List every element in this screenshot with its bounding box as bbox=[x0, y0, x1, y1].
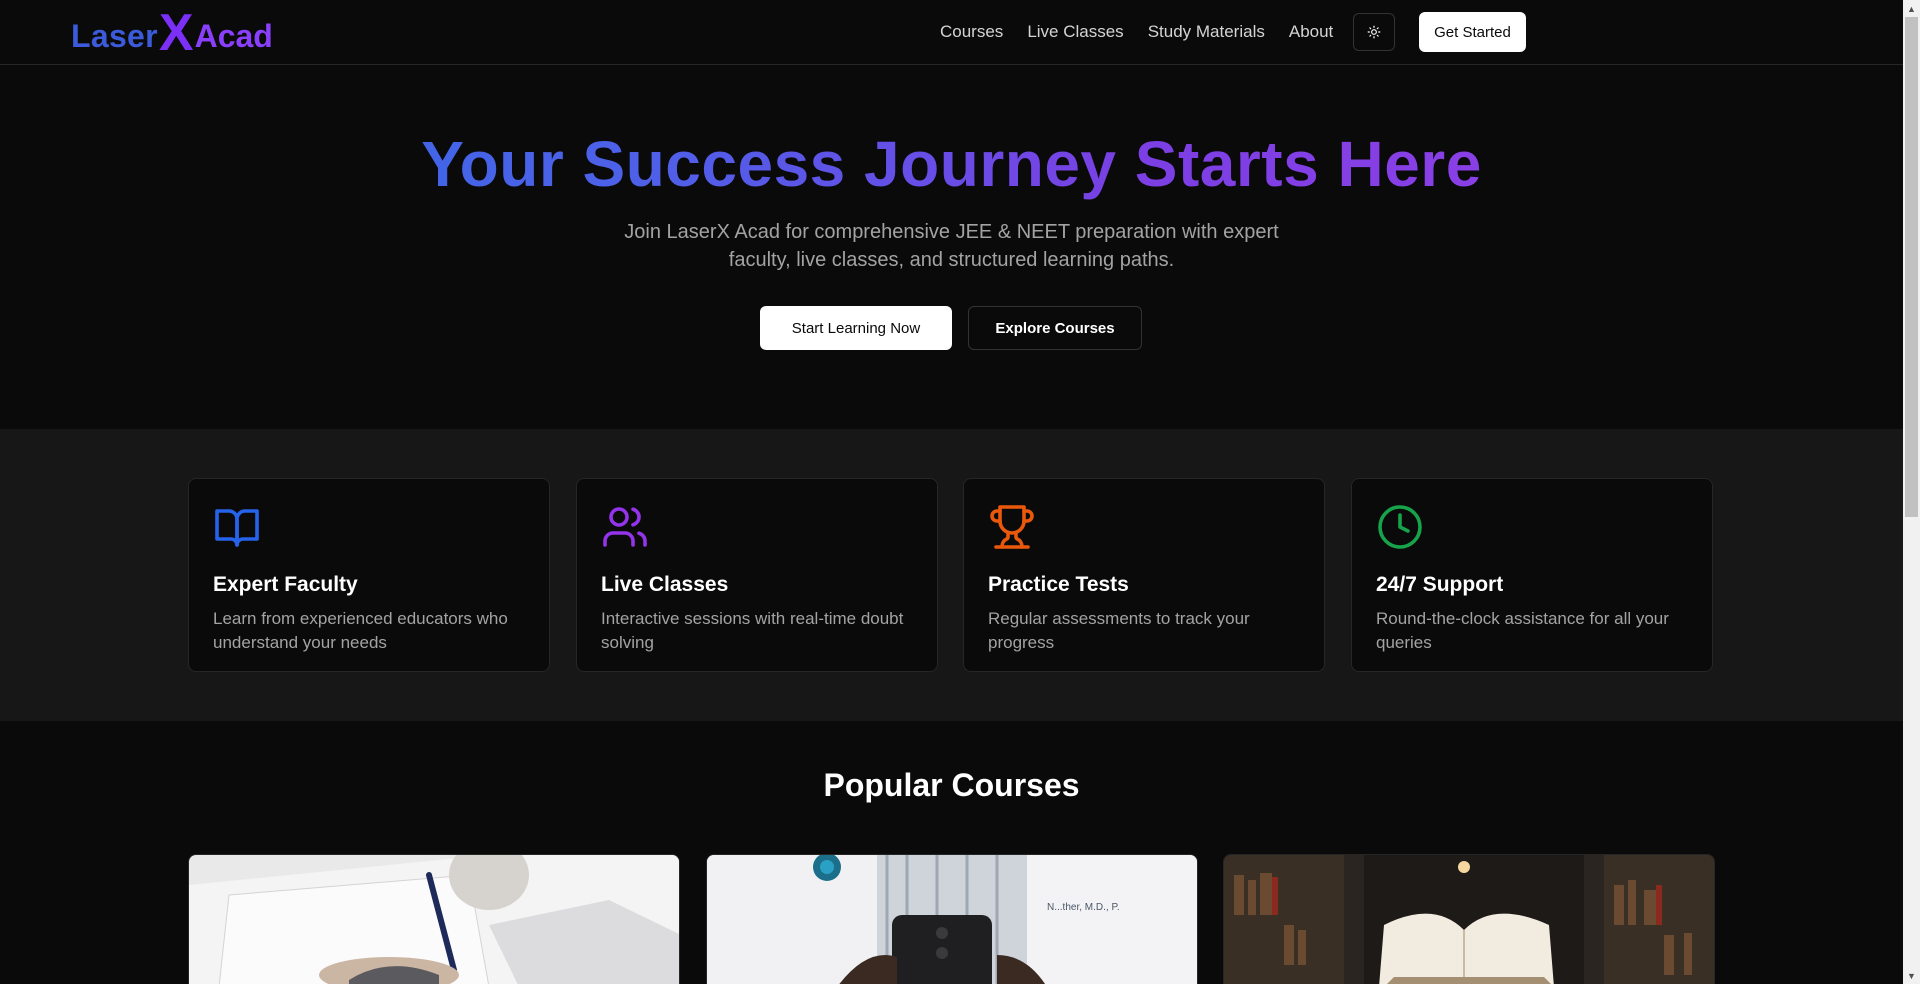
nav-link-live-classes[interactable]: Live Classes bbox=[1027, 22, 1123, 42]
svg-text:N...ther, M.D., P.: N...ther, M.D., P. bbox=[1047, 902, 1120, 913]
start-learning-button[interactable]: Start Learning Now bbox=[760, 306, 952, 350]
trophy-icon bbox=[990, 505, 1034, 549]
feature-description: Round-the-clock assistance for all your … bbox=[1376, 609, 1669, 652]
sun-icon bbox=[1367, 25, 1381, 39]
feature-description: Regular assessments to track your progre… bbox=[988, 609, 1250, 652]
feature-description: Learn from experienced educators who und… bbox=[213, 609, 508, 652]
course-image-library[interactable] bbox=[1223, 854, 1715, 984]
page: Laser X Acad Courses Live Classes Study Ma… bbox=[0, 0, 1903, 984]
main-nav: Courses Live Classes Study Materials Abo… bbox=[940, 0, 1333, 64]
feature-title: Expert Faculty bbox=[213, 573, 358, 596]
section-title: Popular Courses bbox=[823, 767, 1080, 803]
popular-courses-section: Popular Courses N...ther, M.D., P. bbox=[0, 721, 1903, 984]
feature-card-support: 24/7 Support Round-the-clock assistance … bbox=[1351, 478, 1713, 672]
features-section: Expert Faculty Learn from experienced ed… bbox=[0, 429, 1903, 721]
writing-photo bbox=[189, 855, 679, 984]
page-scrollbar[interactable]: ▲ ▼ bbox=[1903, 0, 1920, 984]
users-icon bbox=[603, 507, 647, 547]
library-photo bbox=[1224, 855, 1714, 984]
book-open-icon bbox=[215, 509, 259, 547]
feature-title: 24/7 Support bbox=[1376, 573, 1504, 596]
scroll-down-arrow-icon[interactable]: ▼ bbox=[1903, 967, 1920, 984]
get-started-button[interactable]: Get Started bbox=[1419, 12, 1526, 52]
course-image-doctor[interactable]: N...ther, M.D., P. bbox=[706, 854, 1198, 984]
explore-courses-button[interactable]: Explore Courses bbox=[968, 306, 1142, 350]
site-header: Laser X Acad Courses Live Classes Study Ma… bbox=[0, 0, 1903, 65]
nav-link-courses[interactable]: Courses bbox=[940, 22, 1003, 42]
feature-description: Interactive sessions with real-time doub… bbox=[601, 609, 904, 652]
feature-card-live-classes: Live Classes Interactive sessions with r… bbox=[576, 478, 938, 672]
feature-card-expert-faculty: Expert Faculty Learn from experienced ed… bbox=[188, 478, 550, 672]
clock-icon bbox=[1378, 505, 1422, 549]
scrollbar-thumb[interactable] bbox=[1905, 17, 1918, 517]
scroll-up-arrow-icon[interactable]: ▲ bbox=[1903, 0, 1920, 17]
brand-logo[interactable]: Laser X Acad bbox=[71, 4, 273, 62]
hero-section: Your Success Journey Starts Here Join La… bbox=[0, 65, 1903, 429]
feature-title: Practice Tests bbox=[988, 573, 1129, 596]
hero-subtitle: Join LaserX Acad for comprehensive JEE &… bbox=[624, 221, 1279, 271]
nav-link-study-materials[interactable]: Study Materials bbox=[1148, 22, 1265, 42]
logo-part-laser: Laser bbox=[71, 18, 158, 54]
doctor-photo: N...ther, M.D., P. bbox=[707, 855, 1197, 984]
nav-link-about[interactable]: About bbox=[1289, 22, 1333, 42]
course-image-writing[interactable] bbox=[188, 854, 680, 984]
hero-title: Your Success Journey Starts Here bbox=[0, 123, 1903, 205]
logo-part-x: X bbox=[158, 4, 194, 62]
logo-part-acad: Acad bbox=[194, 18, 273, 54]
feature-card-practice-tests: Practice Tests Regular assessments to tr… bbox=[963, 478, 1325, 672]
theme-toggle-button[interactable] bbox=[1353, 13, 1395, 51]
feature-title: Live Classes bbox=[601, 573, 729, 596]
